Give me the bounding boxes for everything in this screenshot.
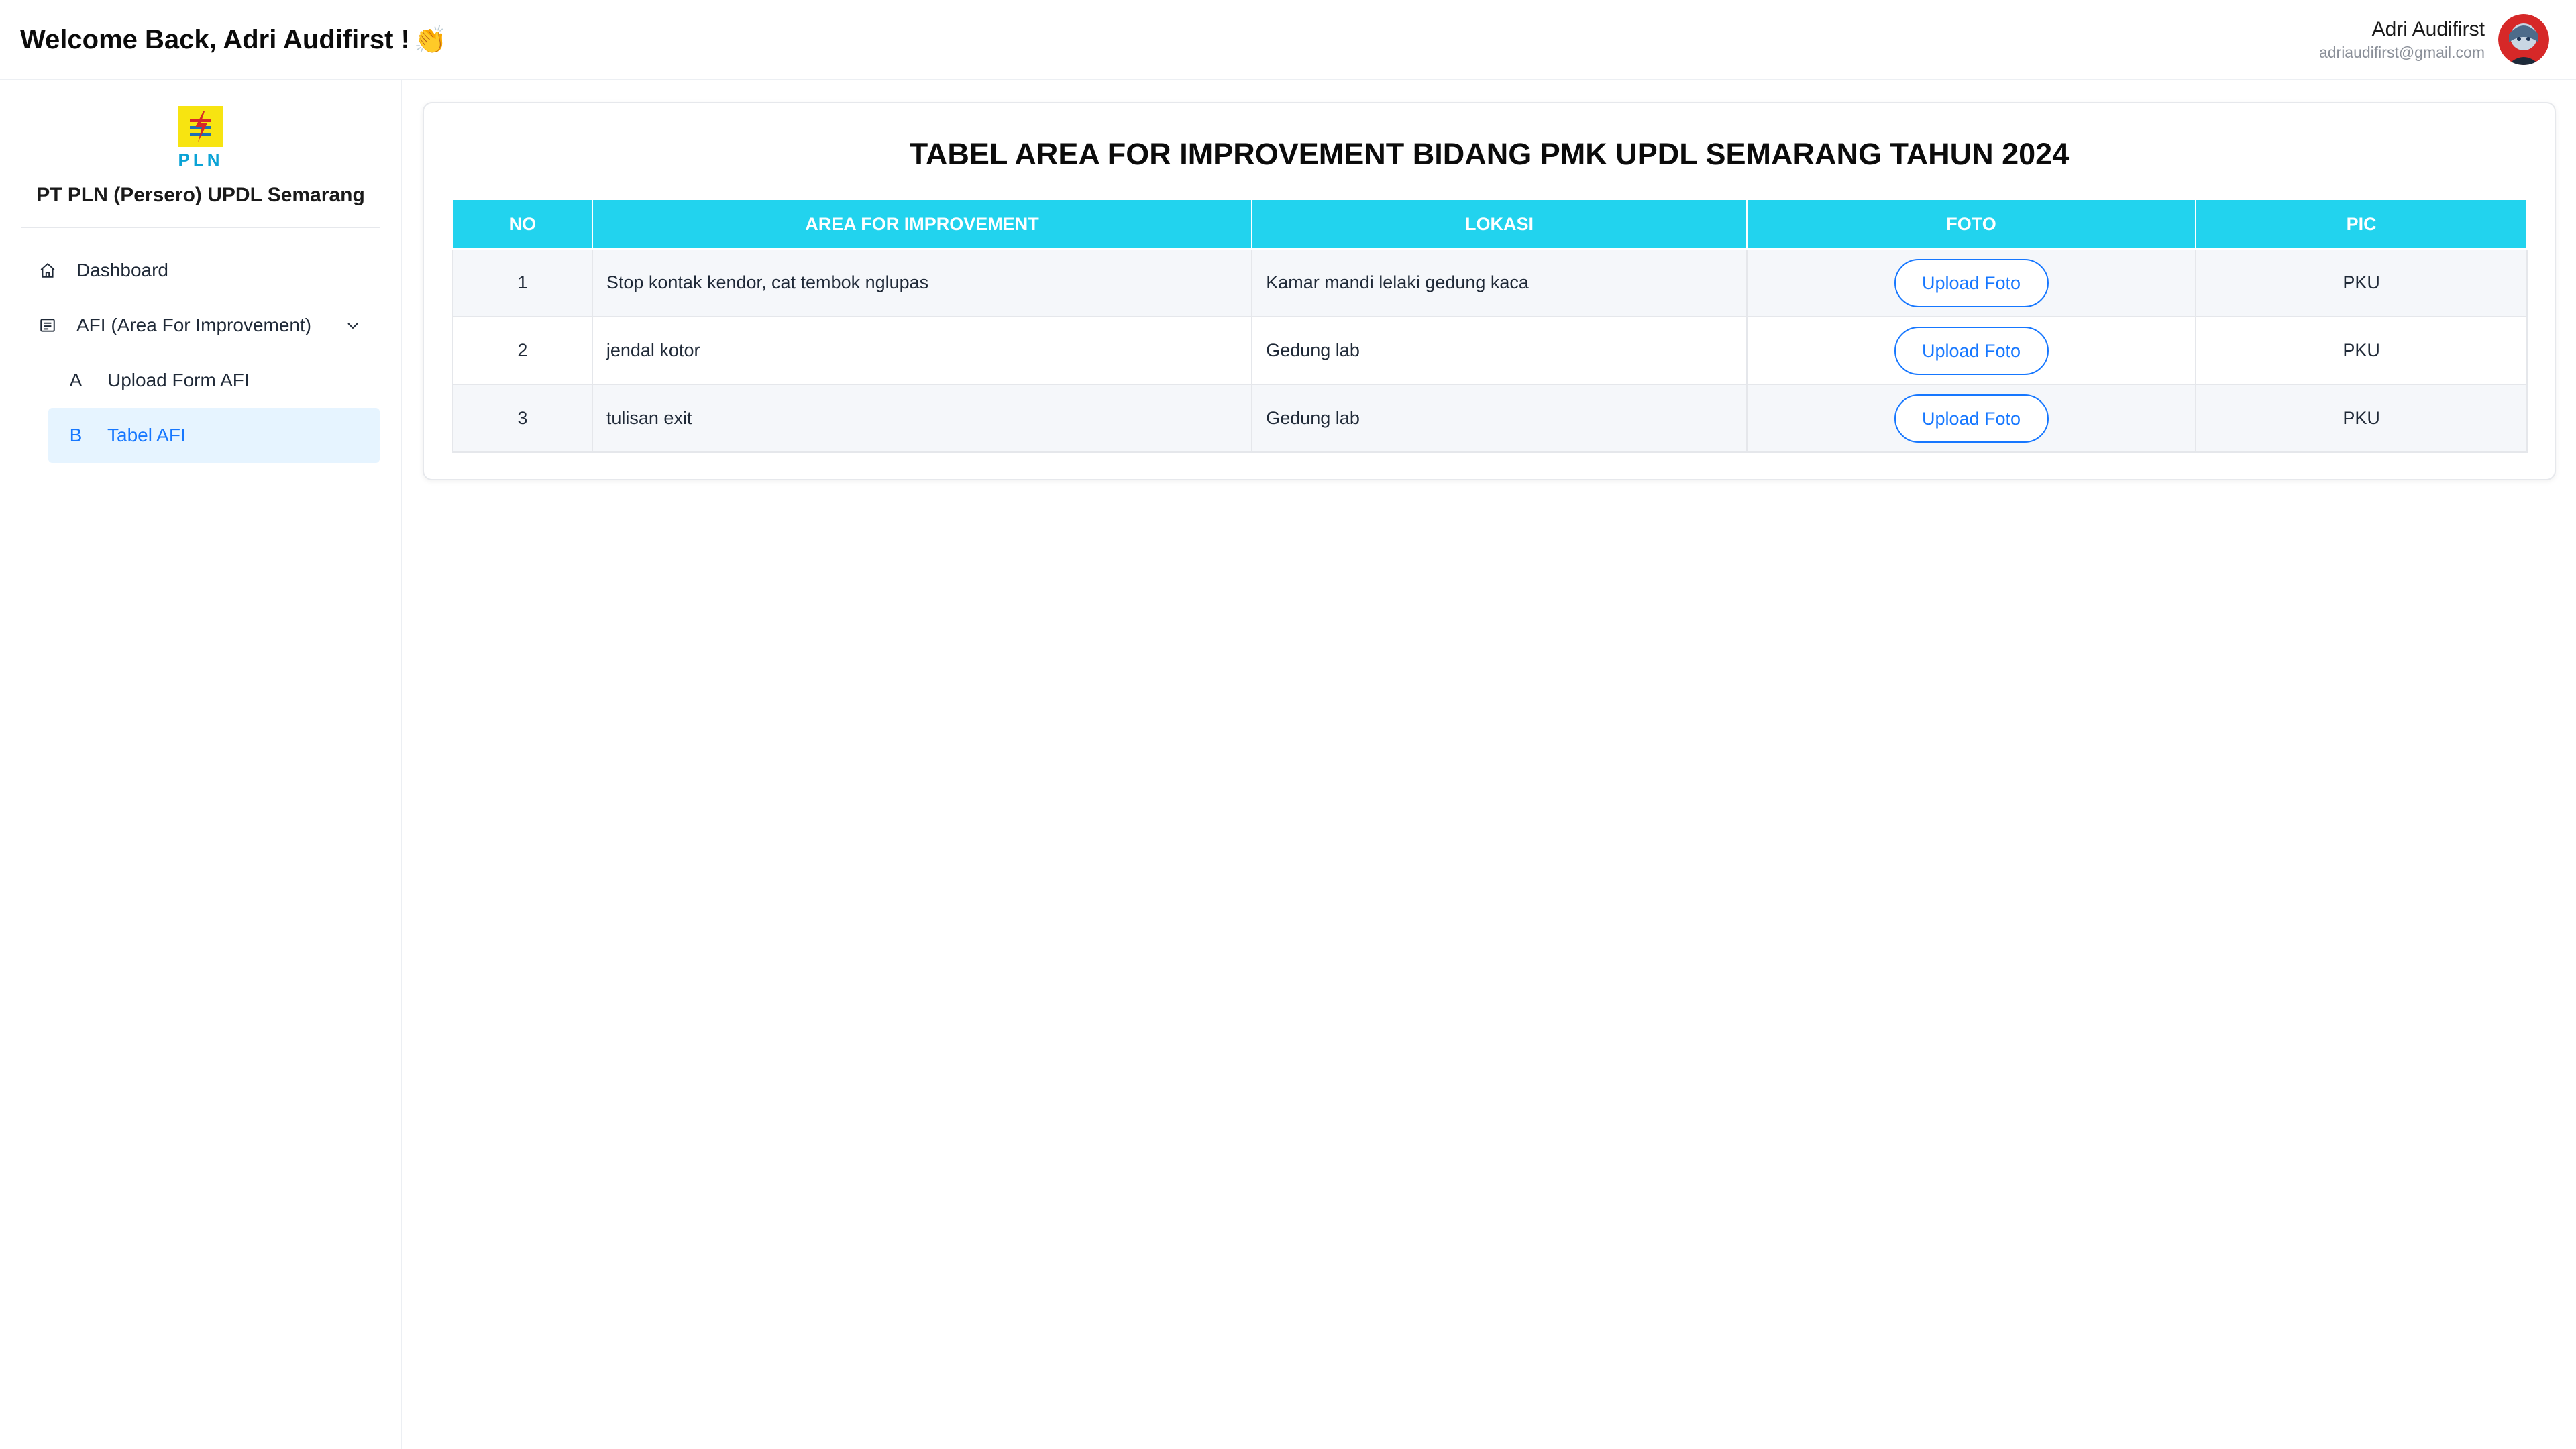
cell-pic: PKU xyxy=(2195,384,2528,453)
column-header-lokasi: LOKASI xyxy=(1251,199,1748,250)
submenu-letter-b: B xyxy=(69,425,83,445)
document-list-icon xyxy=(38,315,58,335)
column-header-no: NO xyxy=(452,199,593,250)
afi-table: NO AREA FOR IMPROVEMENT LOKASI FOTO PIC … xyxy=(452,199,2528,453)
cell-area: tulisan exit xyxy=(591,384,1253,453)
cell-pic: PKU xyxy=(2195,248,2528,317)
cell-no: 1 xyxy=(452,248,593,317)
logo-mark xyxy=(178,106,223,147)
pln-logo: PLN xyxy=(177,106,224,170)
welcome-heading: Welcome Back, Adri Audifirst ! 👏 xyxy=(20,24,447,56)
home-icon xyxy=(38,260,58,280)
cell-lokasi: Gedung lab xyxy=(1251,384,1748,453)
cell-area: jendal kotor xyxy=(591,316,1253,385)
table-row: 3 tulisan exit Gedung lab Upload Foto PK… xyxy=(452,384,2528,453)
sidebar-item-upload-form-afi[interactable]: A Upload Form AFI xyxy=(48,353,380,408)
cell-no: 2 xyxy=(452,316,593,385)
user-email: adriaudifirst@gmail.com xyxy=(2318,43,2485,61)
sidebar-item-label: Tabel AFI xyxy=(107,425,186,445)
cell-area: Stop kontak kendor, cat tembok nglupas xyxy=(591,248,1253,317)
column-header-area: AREA FOR IMPROVEMENT xyxy=(591,199,1253,250)
sidebar-item-label: Upload Form AFI xyxy=(107,370,250,390)
cell-lokasi: Gedung lab xyxy=(1251,316,1748,385)
company-name: PT PLN (Persero) UPDL Semarang xyxy=(36,184,365,206)
cell-foto: Upload Foto xyxy=(1746,384,2197,453)
submenu-letter-a: A xyxy=(69,370,83,390)
user-profile[interactable]: Adri Audifirst adriaudifirst@gmail.com xyxy=(2319,14,2549,65)
table-row: 2 jendal kotor Gedung lab Upload Foto PK… xyxy=(452,316,2528,385)
sidebar: PLN PT PLN (Persero) UPDL Semarang Dashb… xyxy=(0,80,402,1449)
sidebar-item-dashboard[interactable]: Dashboard xyxy=(21,243,380,298)
sidebar-item-label: AFI (Area For Improvement) xyxy=(76,315,312,335)
avatar[interactable] xyxy=(2498,14,2549,65)
cell-foto: Upload Foto xyxy=(1746,248,2197,317)
brand: PLN PT PLN (Persero) UPDL Semarang xyxy=(0,80,401,207)
cell-lokasi: Kamar mandi lelaki gedung kaca xyxy=(1251,248,1748,317)
table-row: 1 Stop kontak kendor, cat tembok nglupas… xyxy=(452,248,2528,317)
upload-foto-button[interactable]: Upload Foto xyxy=(1894,394,2049,443)
upload-foto-button[interactable]: Upload Foto xyxy=(1894,258,2049,307)
table-header-row: NO AREA FOR IMPROVEMENT LOKASI FOTO PIC xyxy=(452,199,2528,250)
sidebar-nav: Dashboard AFI (Area For Improvement) A U… xyxy=(0,228,401,463)
welcome-text: Welcome Back, Adri Audifirst ! xyxy=(20,24,410,54)
sidebar-item-afi[interactable]: AFI (Area For Improvement) xyxy=(21,298,380,353)
chevron-down-icon[interactable] xyxy=(345,317,361,333)
afi-table-card: TABEL AREA FOR IMPROVEMENT BIDANG PMK UP… xyxy=(423,102,2556,480)
logo-text: PLN xyxy=(178,150,223,170)
upload-foto-button[interactable]: Upload Foto xyxy=(1894,326,2049,375)
column-header-pic: PIC xyxy=(2195,199,2528,250)
user-info: Adri Audifirst adriaudifirst@gmail.com xyxy=(2319,18,2485,62)
cell-foto: Upload Foto xyxy=(1746,316,2197,385)
column-header-foto: FOTO xyxy=(1746,199,2197,250)
sidebar-item-label: Dashboard xyxy=(76,260,168,280)
page-title: TABEL AREA FOR IMPROVEMENT BIDANG PMK UP… xyxy=(909,137,2070,171)
user-name: Adri Audifirst xyxy=(2371,17,2485,40)
sidebar-item-tabel-afi[interactable]: B Tabel AFI xyxy=(48,408,380,463)
cell-pic: PKU xyxy=(2195,316,2528,385)
cell-no: 3 xyxy=(452,384,593,453)
top-header: Welcome Back, Adri Audifirst ! 👏 Adri Au… xyxy=(0,0,2576,80)
clap-hands-icon: 👏 xyxy=(413,25,447,55)
